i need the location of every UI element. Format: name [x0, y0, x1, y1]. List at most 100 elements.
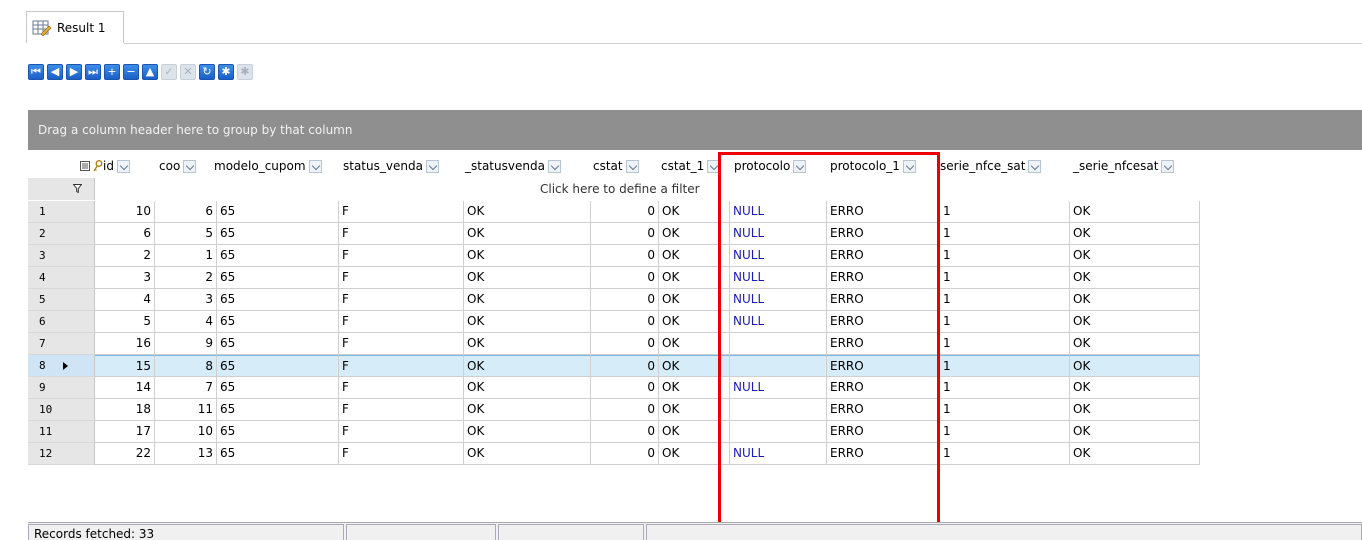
- cell-coo[interactable]: 11: [155, 399, 217, 421]
- cell-protocolo-1[interactable]: ERRO: [827, 377, 940, 399]
- cell-cstat-1[interactable]: OK: [659, 289, 730, 311]
- delete-record-button[interactable]: −: [123, 64, 139, 80]
- cell-statusvenda[interactable]: OK: [464, 311, 591, 333]
- cell-status-venda[interactable]: F: [339, 201, 464, 223]
- cell-protocolo-1[interactable]: ERRO: [827, 355, 940, 377]
- cell-cstat-1[interactable]: OK: [659, 355, 730, 377]
- cell-cstat[interactable]: 0: [591, 443, 659, 465]
- chevron-down-icon[interactable]: [116, 159, 130, 173]
- next-record-button[interactable]: ▶: [66, 64, 82, 80]
- cell-cstat-1[interactable]: OK: [659, 377, 730, 399]
- cell-modelo-cupom[interactable]: 65: [217, 421, 339, 443]
- cell-cstat[interactable]: 0: [591, 377, 659, 399]
- cell-cstat[interactable]: 0: [591, 201, 659, 223]
- cell-modelo-cupom[interactable]: 65: [217, 355, 339, 377]
- cell-protocolo-1[interactable]: ERRO: [827, 245, 940, 267]
- column-header-cstat[interactable]: cstat: [593, 156, 639, 176]
- cell-protocolo[interactable]: NULL: [730, 267, 827, 289]
- cell-serie-nfcesat[interactable]: OK: [1070, 245, 1200, 267]
- cell-protocolo[interactable]: NULL: [730, 289, 827, 311]
- prior-record-button[interactable]: ◀: [47, 64, 63, 80]
- cell-protocolo-1[interactable]: ERRO: [827, 443, 940, 465]
- filter-icon[interactable]: [28, 178, 95, 200]
- cell-cstat[interactable]: 0: [591, 223, 659, 245]
- row-indicator[interactable]: 7: [28, 333, 95, 355]
- cell-status-venda[interactable]: F: [339, 377, 464, 399]
- cell-modelo-cupom[interactable]: 65: [217, 201, 339, 223]
- chevron-down-icon[interactable]: [707, 159, 721, 173]
- cell-modelo-cupom[interactable]: 65: [217, 399, 339, 421]
- cell-id[interactable]: 16: [95, 333, 155, 355]
- cell-coo[interactable]: 7: [155, 377, 217, 399]
- cell-cstat-1[interactable]: OK: [659, 421, 730, 443]
- chevron-down-icon[interactable]: [1161, 159, 1175, 173]
- cell-id[interactable]: 15: [95, 355, 155, 377]
- table-row[interactable]: 9 14 7 65 F OK 0 OK NULL ERRO 1 OK: [28, 377, 1200, 399]
- cell-cstat[interactable]: 0: [591, 311, 659, 333]
- cell-status-venda[interactable]: F: [339, 399, 464, 421]
- table-row[interactable]: 11 17 10 65 F OK 0 OK ERRO 1 OK: [28, 421, 1200, 443]
- cell-cstat-1[interactable]: OK: [659, 201, 730, 223]
- cell-serie-nfce-sat[interactable]: 1: [940, 399, 1070, 421]
- cell-cstat-1[interactable]: OK: [659, 245, 730, 267]
- column-header-serie-nfce-sat[interactable]: serie_nfce_sat: [940, 156, 1042, 176]
- cell-statusvenda[interactable]: OK: [464, 201, 591, 223]
- cell-modelo-cupom[interactable]: 65: [217, 443, 339, 465]
- table-row[interactable]: 2 6 5 65 F OK 0 OK NULL ERRO 1 OK: [28, 223, 1200, 245]
- cell-modelo-cupom[interactable]: 65: [217, 289, 339, 311]
- cell-statusvenda[interactable]: OK: [464, 223, 591, 245]
- table-row[interactable]: 12 22 13 65 F OK 0 OK NULL ERRO 1 OK: [28, 443, 1200, 465]
- cell-cstat-1[interactable]: OK: [659, 333, 730, 355]
- insert-record-button[interactable]: +: [104, 64, 120, 80]
- row-indicator[interactable]: 3: [28, 245, 95, 267]
- cell-serie-nfce-sat[interactable]: 1: [940, 355, 1070, 377]
- cell-protocolo-1[interactable]: ERRO: [827, 289, 940, 311]
- cell-cstat-1[interactable]: OK: [659, 311, 730, 333]
- cell-status-venda[interactable]: F: [339, 421, 464, 443]
- cell-serie-nfcesat[interactable]: OK: [1070, 223, 1200, 245]
- cell-protocolo-1[interactable]: ERRO: [827, 421, 940, 443]
- cell-cstat[interactable]: 0: [591, 289, 659, 311]
- cell-statusvenda[interactable]: OK: [464, 399, 591, 421]
- refresh-button[interactable]: ↻: [199, 64, 215, 80]
- cell-protocolo-1[interactable]: ERRO: [827, 333, 940, 355]
- cell-id[interactable]: 2: [95, 245, 155, 267]
- cell-statusvenda[interactable]: OK: [464, 377, 591, 399]
- cell-status-venda[interactable]: F: [339, 311, 464, 333]
- row-indicator[interactable]: 2: [28, 223, 95, 245]
- tab-result-1[interactable]: Result 1: [26, 11, 124, 43]
- cell-cstat[interactable]: 0: [591, 399, 659, 421]
- cell-serie-nfce-sat[interactable]: 1: [940, 245, 1070, 267]
- cell-modelo-cupom[interactable]: 65: [217, 333, 339, 355]
- chevron-down-icon[interactable]: [183, 159, 197, 173]
- cell-cstat-1[interactable]: OK: [659, 223, 730, 245]
- cell-cstat[interactable]: 0: [591, 355, 659, 377]
- cell-coo[interactable]: 4: [155, 311, 217, 333]
- cell-cstat[interactable]: 0: [591, 421, 659, 443]
- cell-modelo-cupom[interactable]: 65: [217, 267, 339, 289]
- chevron-down-icon[interactable]: [902, 159, 916, 173]
- cell-status-venda[interactable]: F: [339, 355, 464, 377]
- chevron-down-icon[interactable]: [547, 159, 561, 173]
- cell-protocolo-1[interactable]: ERRO: [827, 201, 940, 223]
- cell-protocolo-1[interactable]: ERRO: [827, 223, 940, 245]
- cell-coo[interactable]: 1: [155, 245, 217, 267]
- cell-protocolo[interactable]: [730, 355, 827, 377]
- row-indicator[interactable]: 9: [28, 377, 95, 399]
- post-edit-button[interactable]: ✓: [161, 64, 177, 80]
- cell-serie-nfcesat[interactable]: OK: [1070, 355, 1200, 377]
- row-indicator[interactable]: 8: [28, 355, 95, 377]
- cell-coo[interactable]: 3: [155, 289, 217, 311]
- column-header-serie-nfcesat[interactable]: _serie_nfcesat: [1073, 156, 1175, 176]
- cell-cstat-1[interactable]: OK: [659, 443, 730, 465]
- cell-serie-nfce-sat[interactable]: 1: [940, 289, 1070, 311]
- chevron-down-icon[interactable]: [1028, 159, 1042, 173]
- cell-cstat[interactable]: 0: [591, 245, 659, 267]
- cell-coo[interactable]: 6: [155, 201, 217, 223]
- column-header-protocolo-1[interactable]: protocolo_1: [830, 156, 916, 176]
- cell-id[interactable]: 5: [95, 311, 155, 333]
- cell-serie-nfcesat[interactable]: OK: [1070, 289, 1200, 311]
- cell-statusvenda[interactable]: OK: [464, 289, 591, 311]
- cell-id[interactable]: 10: [95, 201, 155, 223]
- column-header-coo[interactable]: coo: [159, 156, 197, 176]
